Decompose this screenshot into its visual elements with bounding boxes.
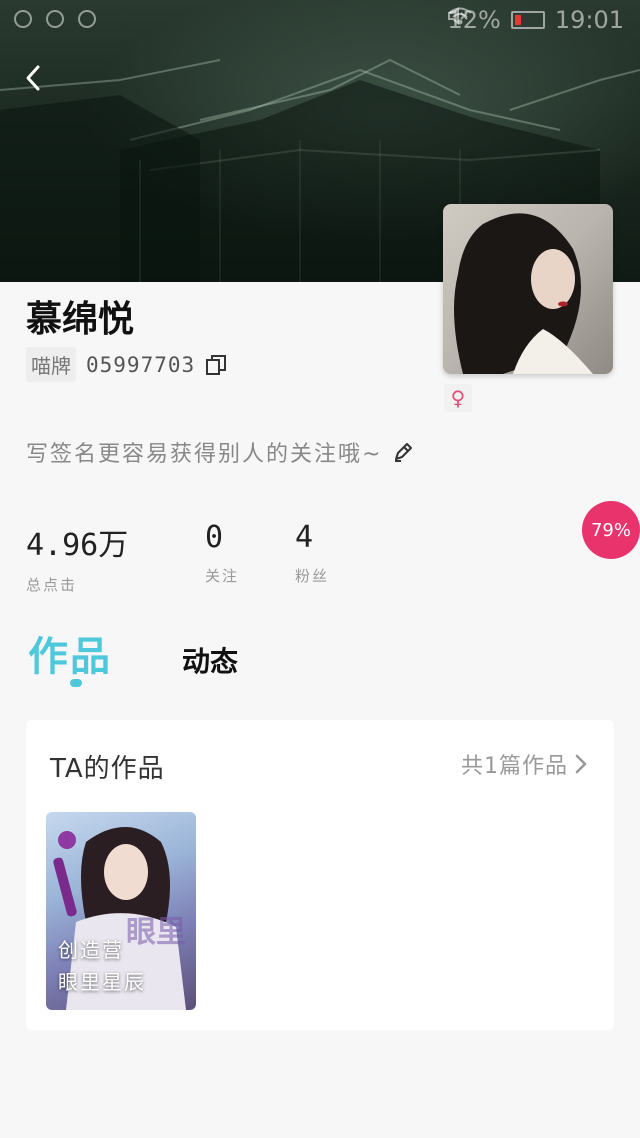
work-caption: 创造营 眼里星辰 (58, 934, 146, 998)
stat-following[interactable]: 0 关注 (205, 520, 239, 586)
status-icons-right: 12% 19:01 (447, 6, 624, 34)
pencil-icon[interactable] (392, 441, 414, 463)
chevron-right-icon (575, 754, 587, 774)
stat-following-label: 关注 (205, 567, 240, 585)
signature-row[interactable]: 写签名更容易获得别人的关注哦~ (26, 436, 414, 468)
username: 慕绵悦 (26, 299, 135, 340)
chevron-left-icon (26, 65, 40, 91)
stat-total-views-value: 4.96万 (26, 528, 129, 563)
battery-icon (510, 11, 545, 29)
copy-icon[interactable] (205, 354, 227, 376)
work-item[interactable]: 眼里 创造营 眼里星辰 (46, 812, 196, 1010)
status-icons-left (14, 10, 96, 28)
works-count-text: 共1篇作品 (461, 754, 568, 779)
clock: 19:01 (554, 6, 624, 34)
status-bar: 12% 19:01 (0, 0, 640, 44)
avatar[interactable] (443, 204, 613, 374)
tab-active-indicator (70, 679, 82, 687)
progress-badge[interactable]: 79% (582, 501, 640, 559)
work-caption-line2: 眼里星辰 (58, 970, 146, 994)
tab-works[interactable]: 作品 (28, 624, 112, 682)
browser-icon (14, 10, 32, 28)
back-button[interactable] (24, 64, 64, 104)
notification-icon (46, 10, 64, 28)
avatar-portrait (454, 213, 593, 374)
id-label: 喵牌 (26, 347, 76, 382)
wifi-icon (448, 7, 473, 25)
work-caption-line1: 创造营 (58, 938, 124, 962)
id-value: 05997703 (86, 352, 196, 377)
stat-fans-label: 粉丝 (295, 567, 330, 585)
tab-dynamic[interactable]: 动态 (182, 640, 238, 680)
works-card: TA的作品 共1篇作品 眼里 创造营 眼里星辰 (26, 720, 614, 1030)
works-card-title: TA的作品 (50, 754, 165, 784)
stat-fans-value: 4 (295, 520, 314, 555)
profile-page: 12% 19:01 ♀ 慕绵悦 喵牌 05997703 写签名更容易获得别人的关… (0, 0, 640, 1138)
stat-following-value: 0 (205, 520, 224, 555)
user-id-row: 喵牌 05997703 (26, 347, 227, 382)
female-icon: ♀ (444, 384, 472, 412)
stat-total-views-label: 总点击 (26, 576, 78, 594)
record-icon (78, 10, 96, 28)
signature-text: 写签名更容易获得别人的关注哦~ (26, 442, 383, 467)
stat-total-views: 4.96万 总点击 (26, 520, 128, 595)
works-count-link[interactable]: 共1篇作品 (461, 748, 588, 780)
stat-fans[interactable]: 4 粉丝 (295, 520, 329, 586)
